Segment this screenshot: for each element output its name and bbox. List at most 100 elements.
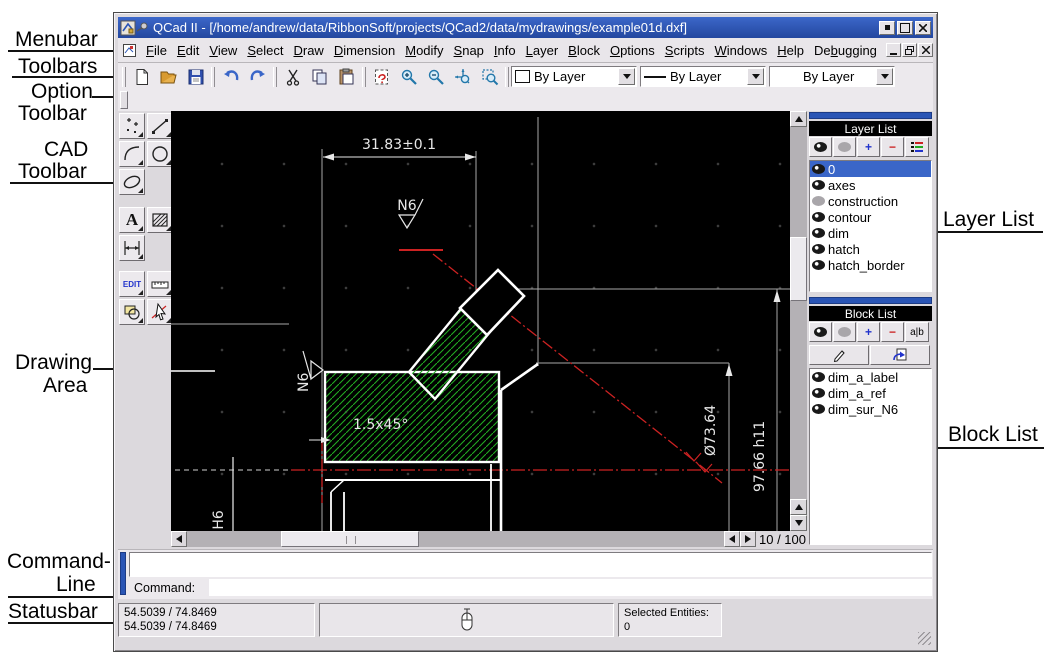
minimize-button[interactable] <box>879 21 895 35</box>
block-row-dim-sur-n6[interactable]: dim_sur_N6 <box>810 401 931 417</box>
mdi-close-button[interactable] <box>918 43 933 57</box>
select-tool-button[interactable] <box>147 299 173 325</box>
block-rename-button[interactable]: a|b <box>905 322 929 342</box>
block-row-dim-a-ref[interactable]: dim_a_ref <box>810 385 931 401</box>
close-button[interactable] <box>915 21 931 35</box>
maximize-button[interactable] <box>897 21 913 35</box>
layer-add-button[interactable]: + <box>857 137 880 157</box>
vertical-scrollbar[interactable] <box>790 111 807 531</box>
layer-remove-button[interactable]: − <box>881 137 904 157</box>
linewidth-combo[interactable]: By Layer <box>769 66 895 87</box>
menu-item-options[interactable]: Options <box>605 40 660 61</box>
scroll-down-button[interactable] <box>790 515 807 531</box>
eye-icon[interactable] <box>812 228 825 238</box>
menu-item-debugging[interactable]: Debugging <box>809 40 882 61</box>
scroll-up-button-2[interactable] <box>790 499 807 515</box>
redraw-button[interactable] <box>368 64 395 89</box>
toolbar-grip[interactable] <box>211 67 215 87</box>
zoom-in-button[interactable] <box>395 64 422 89</box>
resize-grip[interactable] <box>918 632 931 645</box>
cut-button[interactable] <box>279 64 306 89</box>
undo-button[interactable] <box>217 64 244 89</box>
menu-item-view[interactable]: View <box>204 40 242 61</box>
layer-row-construction[interactable]: construction <box>810 193 931 209</box>
toolbar-grip[interactable] <box>122 67 126 87</box>
menu-item-snap[interactable]: Snap <box>449 40 489 61</box>
block-insert-button[interactable] <box>870 345 930 365</box>
menu-item-block[interactable]: Block <box>563 40 605 61</box>
layer-row-contour[interactable]: contour <box>810 209 931 225</box>
toolbar-grip[interactable] <box>505 67 509 87</box>
command-dock-handle[interactable] <box>120 552 126 595</box>
paste-button[interactable] <box>333 64 360 89</box>
text-tool-button[interactable]: A <box>119 207 145 233</box>
block-hide-all-button[interactable] <box>833 322 856 342</box>
hatch-tool-button[interactable] <box>147 207 173 233</box>
horizontal-scrollbar[interactable] <box>171 531 756 547</box>
layer-dock-handle[interactable] <box>809 112 932 119</box>
color-combo[interactable]: By Layer <box>511 66 637 87</box>
layer-hide-all-button[interactable] <box>833 137 856 157</box>
menu-item-windows[interactable]: Windows <box>710 40 773 61</box>
pin-icon[interactable] <box>136 21 149 34</box>
block-remove-button[interactable]: − <box>881 322 904 342</box>
block-dock-handle[interactable] <box>809 297 932 304</box>
block-edit-button[interactable] <box>809 345 869 365</box>
ellipse-tool-button[interactable] <box>119 169 145 195</box>
menu-item-select[interactable]: Select <box>242 40 288 61</box>
scroll-left-button[interactable] <box>171 531 187 547</box>
block-add-button[interactable]: + <box>857 322 880 342</box>
menu-item-dimension[interactable]: Dimension <box>329 40 400 61</box>
mdi-restore-button[interactable] <box>902 43 917 57</box>
zoom-out-button[interactable] <box>422 64 449 89</box>
open-file-button[interactable] <box>155 64 182 89</box>
menu-item-modify[interactable]: Modify <box>400 40 448 61</box>
menu-item-help[interactable]: Help <box>772 40 809 61</box>
menu-item-scripts[interactable]: Scripts <box>660 40 710 61</box>
block-row-dim-a-label[interactable]: dim_a_label <box>810 369 931 385</box>
vertical-scroll-thumb[interactable] <box>790 237 807 301</box>
save-file-button[interactable] <box>182 64 209 89</box>
menu-item-edit[interactable]: Edit <box>172 40 204 61</box>
eye-icon[interactable] <box>812 164 825 174</box>
command-history[interactable] <box>129 552 932 577</box>
menu-item-info[interactable]: Info <box>489 40 521 61</box>
title-bar[interactable]: QCad II - [/home/andrew/data/RibbonSoft/… <box>118 17 933 38</box>
linewidth-combo-arrow[interactable] <box>876 68 893 85</box>
eye-icon[interactable] <box>812 260 825 270</box>
scroll-left-button-2[interactable] <box>724 531 740 547</box>
menu-item-layer[interactable]: Layer <box>521 40 564 61</box>
scroll-up-button[interactable] <box>790 111 807 127</box>
eye-off-icon[interactable] <box>812 196 825 206</box>
arc-tool-button[interactable] <box>119 141 145 167</box>
block-show-all-button[interactable] <box>809 322 832 342</box>
mdi-document-icon[interactable] <box>122 43 137 58</box>
eye-icon[interactable] <box>812 372 825 382</box>
edit-tool-button[interactable]: EDIT <box>119 271 145 297</box>
zoom-auto-button[interactable] <box>449 64 476 89</box>
eye-icon[interactable] <box>812 180 825 190</box>
layer-row-0[interactable]: 0 <box>810 161 931 177</box>
layer-attributes-button[interactable] <box>905 137 929 157</box>
scroll-right-button[interactable] <box>740 531 756 547</box>
zoom-window-button[interactable] <box>476 64 503 89</box>
line-tool-button[interactable] <box>147 113 173 139</box>
layer-row-hatch[interactable]: hatch <box>810 241 931 257</box>
eye-icon[interactable] <box>812 404 825 414</box>
mdi-minimize-button[interactable] <box>886 43 901 57</box>
horizontal-scroll-thumb[interactable] <box>281 531 419 547</box>
menu-item-draw[interactable]: Draw <box>288 40 328 61</box>
drawing-area[interactable]: 31.83±0.1 Ø73.64 97.66 h11 1.5x45° <box>171 111 790 531</box>
linetype-combo-arrow[interactable] <box>747 68 764 85</box>
toolbar-grip[interactable] <box>362 67 366 87</box>
eye-icon[interactable] <box>812 212 825 222</box>
copy-button[interactable] <box>306 64 333 89</box>
dimension-tool-button[interactable] <box>119 235 145 261</box>
linetype-combo[interactable]: By Layer <box>640 66 766 87</box>
layer-row-hatch-border[interactable]: hatch_border <box>810 257 931 273</box>
blocks-tool-button[interactable] <box>119 299 145 325</box>
menu-item-file[interactable]: File <box>141 40 172 61</box>
eye-icon[interactable] <box>812 388 825 398</box>
points-tool-button[interactable] <box>119 113 145 139</box>
new-file-button[interactable] <box>128 64 155 89</box>
